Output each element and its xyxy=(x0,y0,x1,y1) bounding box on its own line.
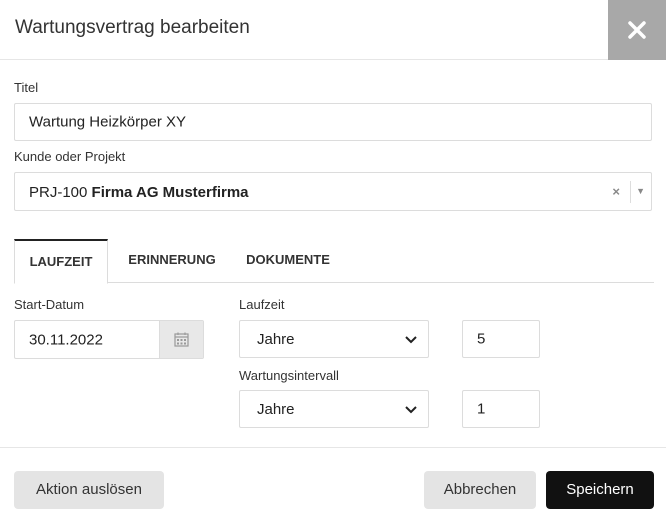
customer-select[interactable]: PRJ-100 Firma AG Musterfirma × ▼ xyxy=(14,172,652,211)
calendar-icon xyxy=(174,332,189,347)
interval-value: 1 xyxy=(477,400,486,418)
tab-erinnerung[interactable]: ERINNERUNG xyxy=(116,239,228,283)
interval-value-input[interactable]: 1 xyxy=(462,390,540,428)
tab-dokumente[interactable]: DOKUMENTE xyxy=(238,239,338,283)
start-date-input[interactable]: 30.11.2022 xyxy=(14,320,204,359)
select-divider xyxy=(630,181,631,203)
duration-label: Laufzeit xyxy=(239,297,285,312)
customer-select-value: PRJ-100 Firma AG Musterfirma xyxy=(29,184,249,201)
close-button[interactable] xyxy=(608,0,666,60)
tab-laufzeit[interactable]: LAUFZEIT xyxy=(14,239,108,284)
footer-divider xyxy=(0,447,666,448)
caret-down-icon[interactable]: ▼ xyxy=(636,186,645,196)
duration-value: 5 xyxy=(477,330,486,348)
close-icon xyxy=(628,21,646,39)
interval-unit-select[interactable]: Jahre xyxy=(239,390,429,428)
interval-label: Wartungsintervall xyxy=(239,368,339,383)
datepicker-button[interactable] xyxy=(159,321,203,358)
dialog-header: Wartungsvertrag bearbeiten xyxy=(0,0,666,60)
interval-unit-value: Jahre xyxy=(257,401,295,418)
duration-unit-value: Jahre xyxy=(257,331,295,348)
chevron-down-icon xyxy=(405,406,417,414)
start-date-label: Start-Datum xyxy=(14,297,85,312)
title-input[interactable]: Wartung Heizkörper XY xyxy=(14,103,652,141)
chevron-down-icon xyxy=(405,336,417,344)
clear-icon[interactable]: × xyxy=(612,184,620,199)
cancel-button[interactable]: Abbrechen xyxy=(424,471,536,509)
customer-label: Kunde oder Projekt xyxy=(14,149,126,164)
start-date-value: 30.11.2022 xyxy=(29,331,103,348)
dialog-title: Wartungsvertrag bearbeiten xyxy=(15,17,250,38)
title-label: Titel xyxy=(14,80,39,95)
duration-value-input[interactable]: 5 xyxy=(462,320,540,358)
trigger-action-button[interactable]: Aktion auslösen xyxy=(14,471,164,509)
customer-prefix: PRJ-100 xyxy=(29,184,88,201)
save-button[interactable]: Speichern xyxy=(546,471,654,509)
tab-bar: LAUFZEIT ERINNERUNG DOKUMENTE xyxy=(14,239,654,284)
customer-name: Firma AG Musterfirma xyxy=(91,184,249,201)
duration-unit-select[interactable]: Jahre xyxy=(239,320,429,358)
title-input-value: Wartung Heizkörper XY xyxy=(29,113,187,131)
